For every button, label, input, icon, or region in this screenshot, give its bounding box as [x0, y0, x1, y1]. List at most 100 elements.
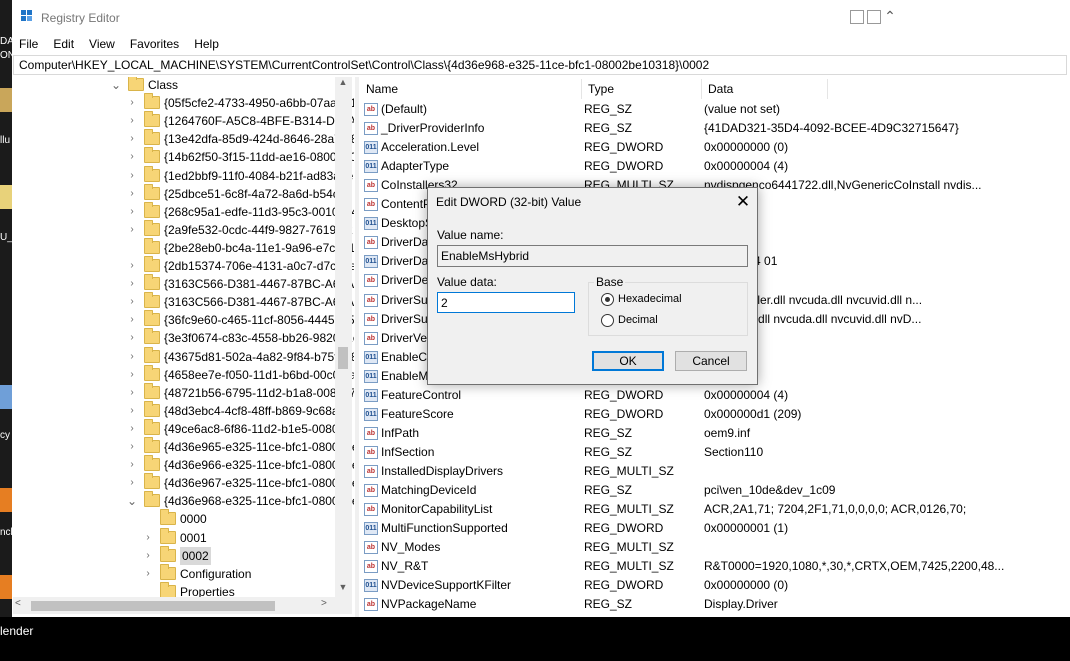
menu-help[interactable]: Help [194, 37, 219, 51]
tree-item[interactable]: › {25dbce51-6c8f-4a72-8a6d-b54c2b [13, 183, 352, 203]
decimal-radio[interactable] [601, 314, 614, 327]
tree-item[interactable]: › {1264760F-A5C8-4BFE-B314-D56A7 [13, 111, 354, 130]
value-name-field[interactable] [437, 245, 748, 267]
tree-item[interactable]: › {4658ee7e-f050-11d1-b6bd-00c04fa [13, 364, 354, 384]
chevron-right-icon[interactable]: › [127, 185, 137, 203]
tree-item[interactable]: {2be28eb0-bc4a-11e1-9a96-e7c761 [13, 237, 354, 257]
chevron-right-icon[interactable]: › [127, 384, 137, 402]
scroll-down-icon[interactable]: ▼ [337, 582, 349, 596]
tree-item[interactable]: › {14b62f50-3f15-11dd-ae16-0800200 [13, 147, 354, 166]
restore-icon[interactable] [867, 10, 881, 24]
tree-item[interactable]: › {4d36e966-e325-11ce-bfc1-08002be [13, 455, 354, 474]
address-bar[interactable]: Computer\HKEY_LOCAL_MACHINE\SYSTEM\Curre… [13, 55, 1067, 75]
tree-item[interactable]: 0000 [13, 509, 335, 528]
taskbar-label[interactable]: lender [0, 624, 33, 638]
chevron-right-icon[interactable]: › [127, 293, 137, 311]
value-row[interactable]: 011 Acceleration.Level REG_DWORD 0x00000000… [360, 138, 1070, 157]
chevron-right-icon[interactable]: › [127, 167, 137, 185]
tree-item[interactable]: › {4d36e965-e325-11ce-bfc1-08002be [13, 437, 354, 456]
desktop-app-icon[interactable] [0, 385, 12, 409]
cancel-button[interactable]: Cancel [675, 351, 747, 371]
tree-item[interactable]: › {13e42dfa-85d9-424d-8646-28a70f8 [13, 129, 354, 148]
tree-item[interactable]: › {3163C566-D381-4467-87BC-A65A1 [13, 274, 354, 293]
chevron-right-icon[interactable]: › [127, 438, 137, 456]
tree-item[interactable]: › {4d36e967-e325-11ce-bfc1-08002be [13, 473, 354, 492]
tree-item[interactable]: › {2a9fe532-0cdc-44f9-9827-76192f2 [13, 219, 353, 239]
tree-item[interactable]: › 0001 [13, 527, 335, 547]
chevron-right-icon[interactable]: › [127, 456, 137, 474]
chevron-right-icon[interactable]: › [127, 402, 137, 420]
tree-item[interactable]: › {05f5cfe2-4733-4950-a6bb-07aad01 [13, 93, 354, 112]
chevron-right-icon[interactable]: › [127, 203, 137, 221]
tree-item[interactable]: › {43675d81-502a-4a82-9f84-b75f418 [13, 346, 354, 366]
tree-item[interactable]: › 0002 [13, 545, 335, 565]
chevron-right-icon[interactable]: › [127, 348, 137, 366]
tree-item[interactable]: › {3163C566-D381-4467-87BC-A65A1 [13, 292, 354, 311]
value-row[interactable]: ab InfPath REG_SZ oem9.inf [360, 424, 1070, 443]
chevron-right-icon[interactable]: › [127, 474, 137, 492]
menu-favorites[interactable]: Favorites [130, 37, 179, 51]
chevron-up-icon[interactable]: ⌃ [882, 8, 898, 24]
value-row[interactable]: ab NVPackageName REG_SZ Display.Driver [360, 595, 1070, 614]
chevron-right-icon[interactable]: › [127, 420, 137, 438]
desktop-app-icon[interactable] [0, 575, 12, 599]
desktop-app-icon[interactable] [0, 488, 12, 512]
desktop-folder-icon[interactable] [0, 185, 12, 209]
tree-item[interactable]: › {3e3f0674-c83c-4558-bb26-9820e1e [13, 328, 354, 347]
value-row[interactable]: ab MatchingDeviceId REG_SZ pci\ven_10de&dev… [360, 481, 1070, 500]
chevron-down-icon[interactable]: ⌄ [127, 492, 137, 510]
chevron-right-icon[interactable]: › [127, 130, 137, 148]
value-row[interactable]: ab InstalledDisplayDrivers REG_MULTI_SZ [360, 462, 1070, 481]
desktop-folder-icon[interactable] [0, 88, 12, 112]
tree-item[interactable]: ⌄ Class [13, 77, 335, 94]
menu-view[interactable]: View [89, 37, 115, 51]
pane-splitter[interactable] [355, 77, 359, 617]
value-row[interactable]: ab _DriverProviderInfo REG_SZ {41DAD321-35D… [360, 119, 1070, 138]
value-row[interactable]: ab (Default) REG_SZ (value not set) [360, 100, 1070, 119]
tree-item[interactable]: › {36fc9e60-c465-11cf-8056-4445535 [13, 310, 354, 329]
value-data-field[interactable] [437, 292, 575, 313]
tree-item[interactable]: › {1ed2bbf9-11f0-4084-b21f-ad83a8e [13, 165, 353, 185]
chevron-right-icon[interactable]: › [127, 275, 137, 293]
column-header-type[interactable]: Type [582, 79, 702, 99]
chevron-right-icon[interactable]: › [143, 547, 153, 565]
menu-file[interactable]: File [19, 37, 38, 51]
tree-item[interactable]: › {2db15374-706e-4131-a0c7-d7c78e [13, 256, 354, 275]
chevron-down-icon[interactable]: ⌄ [111, 77, 121, 94]
scroll-thumb[interactable] [338, 347, 348, 369]
value-row[interactable]: 011 AdapterType REG_DWORD 0x00000004 (4) [360, 157, 1070, 176]
value-row[interactable]: ab InfSection REG_SZ Section110 [360, 443, 1070, 462]
tree-item[interactable]: ⌄ {4d36e968-e325-11ce-bfc1-08002be [13, 491, 354, 510]
value-row[interactable]: 011 MultiFunctionSupported REG_DWORD 0x0000… [360, 519, 1070, 538]
value-row[interactable]: 011 FeatureScore REG_DWORD 0x000000d1 (209) [360, 405, 1070, 424]
chevron-right-icon[interactable]: › [143, 529, 153, 547]
tree-item[interactable]: › {268c95a1-edfe-11d3-95c3-0010dc4 [13, 201, 354, 221]
tree-vertical-scrollbar[interactable]: ▲ ▼ [335, 77, 352, 597]
hexadecimal-radio[interactable] [601, 293, 614, 306]
chevron-right-icon[interactable]: › [143, 565, 153, 583]
tree-horizontal-scrollbar[interactable]: < > [13, 597, 352, 614]
scroll-left-icon[interactable]: < [15, 598, 27, 609]
chevron-right-icon[interactable]: › [127, 366, 137, 384]
value-row[interactable]: 011 FeatureControl REG_DWORD 0x00000004 (4) [360, 386, 1070, 405]
chevron-right-icon[interactable]: › [127, 329, 137, 347]
chevron-right-icon[interactable]: › [127, 257, 137, 275]
column-header-name[interactable]: Name [360, 79, 582, 99]
tree-item[interactable]: › {49ce6ac8-6f86-11d2-b1e5-0080c7 [13, 418, 351, 438]
ok-button[interactable]: OK [592, 351, 664, 371]
title-bar[interactable]: Registry Editor ⌃ [12, 0, 1070, 34]
chevron-right-icon[interactable]: › [127, 94, 137, 112]
scroll-up-icon[interactable]: ▲ [337, 77, 349, 91]
scroll-thumb[interactable] [31, 601, 275, 611]
value-row[interactable]: ab NV_R&T REG_MULTI_SZ R&T0000=1920,1080,*,… [360, 557, 1070, 576]
menu-edit[interactable]: Edit [53, 37, 74, 51]
chevron-right-icon[interactable]: › [127, 311, 137, 329]
value-row[interactable]: ab NV_Modes REG_MULTI_SZ [360, 538, 1070, 557]
value-row[interactable]: ab MonitorCapabilityList REG_MULTI_SZ ACR,2… [360, 500, 1070, 519]
tree-item[interactable]: › Configuration [13, 563, 335, 583]
tree-item[interactable]: › {48721b56-6795-11d2-b1a8-0080c7 [13, 382, 354, 402]
chevron-right-icon[interactable]: › [127, 112, 137, 130]
close-icon[interactable]: ✕ [733, 192, 753, 212]
tree-item[interactable]: › {48d3ebc4-4cf8-48ff-b869-9c68ad4 [13, 400, 352, 420]
value-row[interactable]: 011 NVDeviceSupportKFilter REG_DWORD 0x0000… [360, 576, 1070, 595]
